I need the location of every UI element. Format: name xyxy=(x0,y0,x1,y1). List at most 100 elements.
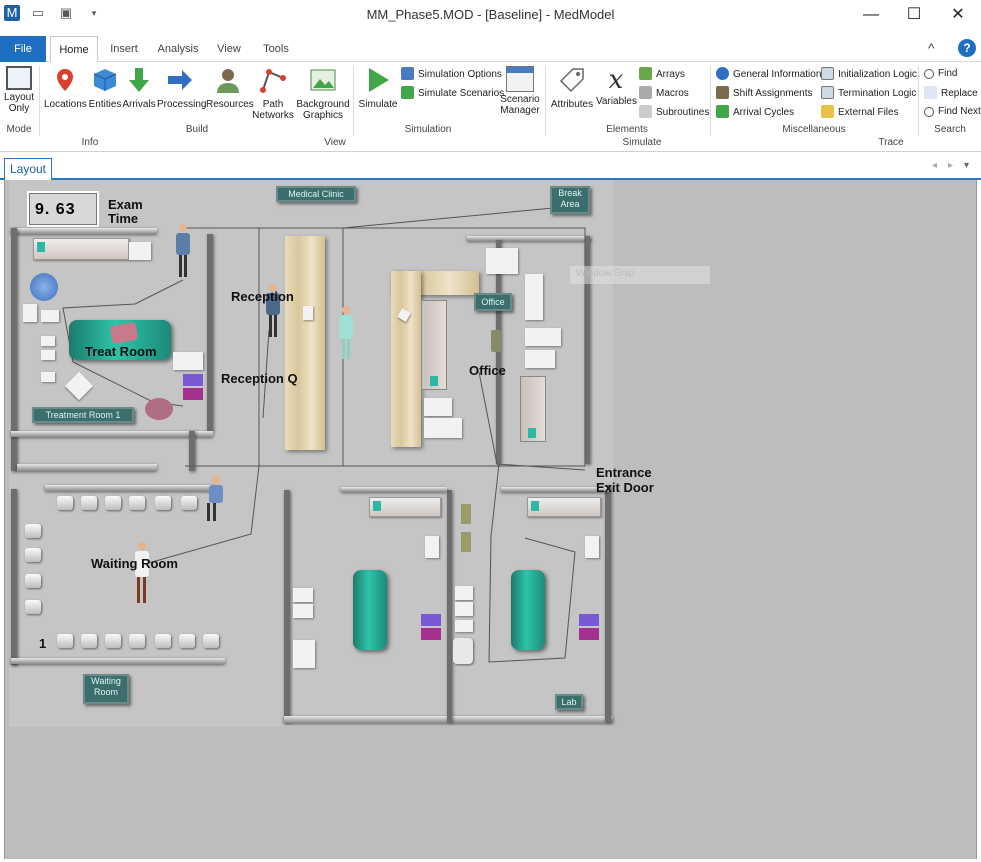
replace-button[interactable]: Replace xyxy=(924,86,978,101)
tab-layout[interactable]: Layout xyxy=(4,158,52,180)
play-icon xyxy=(369,68,389,92)
simulation-options-button[interactable]: Simulation Options xyxy=(401,67,502,82)
maximize-button[interactable]: ☐ xyxy=(891,0,937,30)
attributes-button[interactable]: Attributes xyxy=(549,66,595,110)
tab-scroll-left-icon[interactable]: ◂ xyxy=(932,160,937,171)
simulate-scenarios-button[interactable]: Simulate Scenarios xyxy=(401,86,504,101)
shift-icon xyxy=(716,86,729,99)
subroutines-icon xyxy=(639,105,652,118)
label-entrance-exit: Entrance Exit Door xyxy=(596,465,654,495)
arrow-down-icon xyxy=(129,68,149,92)
supply-bin xyxy=(579,628,599,640)
waiting-chair xyxy=(25,548,41,562)
close-button[interactable]: ✕ xyxy=(935,0,981,30)
macros-button[interactable]: Macros xyxy=(639,86,689,101)
cabinet xyxy=(424,418,462,438)
papers xyxy=(525,274,543,320)
layout-canvas[interactable]: 9. 63 Exam Time Window Snip Medical Clin… xyxy=(4,180,977,859)
subroutines-button[interactable]: Subroutines xyxy=(639,105,709,120)
exam-bed-a[interactable] xyxy=(353,570,387,650)
seated-patient[interactable] xyxy=(203,476,225,526)
path-network-icon xyxy=(260,69,286,93)
processing-button[interactable]: Processing xyxy=(157,66,206,110)
group-label-trace: Trace xyxy=(878,137,904,148)
waiting-chair xyxy=(155,634,171,648)
layout-only-button[interactable]: Layout Only xyxy=(2,66,36,114)
general-information-button[interactable]: General Information xyxy=(716,67,821,82)
options-icon xyxy=(401,67,414,80)
sign-lab[interactable]: Lab xyxy=(555,694,583,710)
nurse-resource[interactable] xyxy=(175,224,191,280)
walking-patient[interactable] xyxy=(133,542,151,606)
variable-x-icon: 𝑥 xyxy=(608,65,624,95)
label-reception-q: Reception Q xyxy=(221,371,298,386)
cabinet xyxy=(41,310,59,322)
tab-list-icon[interactable]: ▾ xyxy=(964,160,969,171)
cabinet xyxy=(455,620,473,632)
initialization-logic-button[interactable]: Initialization Logic xyxy=(821,67,917,82)
waiting-chair xyxy=(25,600,41,614)
cabinet xyxy=(173,352,203,370)
sign-break-area[interactable]: Break Area xyxy=(550,186,590,214)
tab-analysis[interactable]: Analysis xyxy=(152,36,204,62)
scenario-manager-icon xyxy=(506,66,534,92)
waiting-chair xyxy=(129,634,145,648)
tab-home[interactable]: Home xyxy=(50,36,98,63)
scenario-manager-button[interactable]: Scenario Manager xyxy=(499,66,541,116)
waiting-chair xyxy=(25,524,41,538)
location-pin-icon xyxy=(57,69,73,91)
sign-waiting-room[interactable]: Waiting Room xyxy=(83,674,129,704)
shift-assignments-button[interactable]: Shift Assignments xyxy=(716,86,812,101)
tab-insert[interactable]: Insert xyxy=(102,36,146,62)
title-bar: M ▭ ▣ ▾ MM_Phase5.MOD - [Baseline] - Med… xyxy=(0,0,981,30)
help-icon[interactable]: ? xyxy=(958,39,976,57)
tab-tools[interactable]: Tools xyxy=(256,36,296,62)
picture-icon xyxy=(310,69,336,91)
waiting-chair xyxy=(105,496,121,510)
cabinet xyxy=(424,398,452,416)
tab-file[interactable]: File xyxy=(0,36,46,62)
entities-button[interactable]: Entities xyxy=(87,66,123,110)
group-label-simulate: Simulate xyxy=(622,137,662,148)
arrivals-button[interactable]: Arrivals xyxy=(122,66,156,110)
supply-bin xyxy=(421,614,441,626)
office-desk-side[interactable] xyxy=(391,271,421,447)
sign-medical-clinic[interactable]: Medical Clinic xyxy=(276,186,356,202)
sign-treatment-room[interactable]: Treatment Room 1 xyxy=(32,407,134,423)
collapse-ribbon-icon[interactable]: ^ xyxy=(928,40,935,56)
background-graphics-button[interactable]: Background Graphics xyxy=(296,66,350,121)
external-files-button[interactable]: External Files xyxy=(821,105,899,120)
tab-view[interactable]: View xyxy=(208,36,250,62)
folder-icon xyxy=(821,105,834,118)
pillow xyxy=(528,428,536,438)
scenarios-icon xyxy=(401,86,414,99)
cabinet xyxy=(455,602,473,616)
path-networks-button[interactable]: Path Networks xyxy=(252,66,294,121)
reception-desk[interactable] xyxy=(285,236,325,450)
termination-logic-button[interactable]: Termination Logic xyxy=(821,86,916,101)
patient-entity[interactable] xyxy=(145,398,173,420)
cabinet xyxy=(293,640,315,668)
locations-button[interactable]: Locations xyxy=(44,66,87,110)
sign-office[interactable]: Office xyxy=(474,293,512,311)
variables-button[interactable]: 𝑥 Variables xyxy=(596,65,637,107)
sink xyxy=(425,536,439,558)
microscope xyxy=(453,638,473,664)
arrays-button[interactable]: Arrays xyxy=(639,67,685,82)
sink xyxy=(585,536,599,558)
ribbon-tab-bar: File Home Insert Analysis View Tools ^ ? xyxy=(0,36,981,63)
minimize-button[interactable]: — xyxy=(848,0,894,30)
cabinet xyxy=(293,604,313,618)
simulate-button[interactable]: Simulate xyxy=(358,66,398,110)
doctor-resource[interactable] xyxy=(337,306,355,362)
group-label-miscellaneous: Miscellaneous xyxy=(782,124,846,135)
group-label-simulation: Simulation xyxy=(404,124,452,135)
ghost-window-snip: Window Snip xyxy=(570,266,710,284)
tab-scroll-right-icon[interactable]: ▸ xyxy=(948,160,953,171)
find-button[interactable]: Find xyxy=(924,67,957,81)
resources-button[interactable]: Resources xyxy=(206,66,254,110)
find-next-button[interactable]: Find Next xyxy=(924,105,981,119)
arrow-right-icon xyxy=(168,70,192,90)
exam-bed-b[interactable] xyxy=(511,570,545,650)
arrival-cycles-button[interactable]: Arrival Cycles xyxy=(716,105,794,120)
